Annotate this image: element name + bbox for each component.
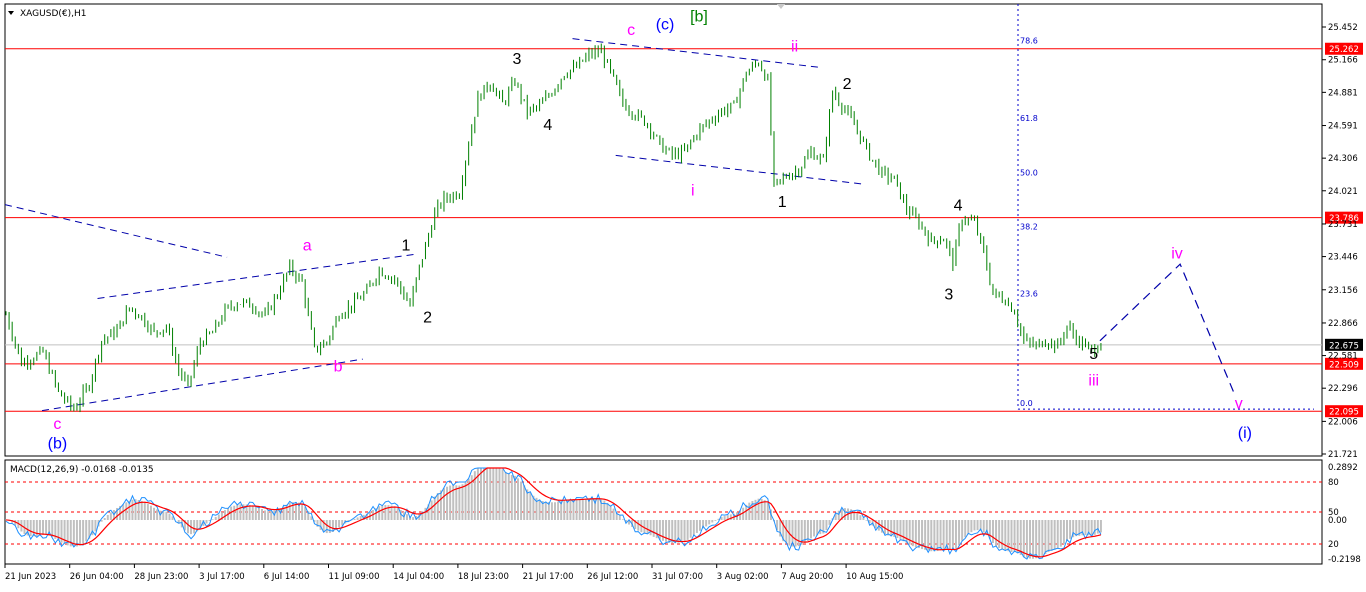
y-tick-label: 24.021: [1328, 187, 1358, 197]
level-price-label: 22.509: [1329, 360, 1359, 370]
x-tick-label: 21 Jun 2023: [5, 572, 56, 582]
wave-label: (b): [48, 435, 68, 452]
x-tick-label: 28 Jun 23:00: [134, 572, 188, 582]
fibonacci-level-label: 23.6: [1020, 290, 1038, 299]
wave-label: [b]: [690, 9, 708, 26]
macd-y-tick-label: 20: [1328, 540, 1339, 550]
x-tick-label: 21 Jul 17:00: [523, 572, 574, 582]
fibonacci-level-label: 38.2: [1020, 223, 1038, 232]
fibonacci-level-label: 50.0: [1020, 168, 1038, 177]
wave-label: c: [53, 416, 61, 433]
level-price-label: 25.262: [1329, 45, 1359, 55]
wave-label: v: [1235, 395, 1243, 412]
wave-label: (c): [656, 17, 675, 34]
y-tick-label: 21.721: [1328, 450, 1358, 460]
y-tick-label: 22.581: [1328, 352, 1358, 362]
y-tick-label: 24.881: [1328, 88, 1358, 98]
wave-label: ii: [791, 38, 798, 55]
y-tick-label: 22.866: [1328, 319, 1358, 329]
x-tick-label: 3 Jul 17:00: [199, 572, 245, 582]
wave-label: 2: [843, 76, 852, 93]
fibonacci-level-label: 61.8: [1020, 114, 1038, 123]
x-tick-label: 26 Jul 12:00: [587, 572, 638, 582]
current-price-label: 22.675: [1329, 341, 1359, 351]
x-tick-label: 14 Jul 04:00: [393, 572, 444, 582]
y-tick-label: 25.166: [1328, 56, 1358, 66]
wave-label: 1: [778, 194, 787, 211]
y-tick-label: 24.591: [1328, 122, 1358, 132]
wave-label: 1: [402, 237, 411, 254]
y-tick-label: 23.156: [1328, 286, 1358, 296]
macd-y-tick-label: 0.2892: [1328, 463, 1358, 473]
x-tick-label: 18 Jul 23:00: [458, 572, 509, 582]
wave-label: b: [334, 359, 343, 376]
macd-y-tick-label: 0.00: [1328, 516, 1347, 526]
wave-label: 5: [1089, 346, 1098, 363]
wave-label: 4: [954, 197, 963, 214]
fibonacci-level-label: 78.6: [1020, 37, 1038, 46]
fibonacci-level-label: 0.0: [1020, 399, 1033, 408]
y-tick-label: 22.006: [1328, 417, 1358, 427]
y-tick-label: 24.306: [1328, 154, 1358, 164]
wave-label: c: [627, 22, 635, 39]
wave-label: (i): [1238, 425, 1252, 442]
y-tick-label: 22.296: [1328, 384, 1358, 394]
wave-label: 3: [944, 287, 953, 304]
y-tick-label: 25.452: [1328, 23, 1358, 33]
x-tick-label: 10 Aug 15:00: [846, 572, 903, 582]
y-tick-label: 23.446: [1328, 253, 1358, 263]
x-tick-label: 26 Jun 04:00: [70, 572, 124, 582]
chart-window[interactable]: 25.262 23.786 22.509 22.095 22.675 78.6 61.8 5…: [0, 0, 1366, 588]
level-price-label: 22.095: [1329, 408, 1359, 418]
x-tick-label: 7 Aug 20:00: [781, 572, 833, 582]
y-tick-label: 23.731: [1328, 220, 1358, 230]
x-tick-label: 3 Aug 02:00: [717, 572, 769, 582]
wave-label: 2: [423, 310, 432, 327]
price-chart[interactable]: 25.26223.78622.50922.09522.675 78.661.85…: [0, 0, 1366, 588]
wave-label: 3: [513, 51, 522, 68]
wave-label: a: [303, 237, 312, 254]
macd-y-tick-label: -0.2198: [1328, 555, 1361, 565]
wave-label: iii: [1088, 372, 1099, 389]
x-tick-label: 6 Jul 14:00: [264, 572, 310, 582]
macd-y-tick-label: 80: [1328, 478, 1339, 488]
wave-label: i: [691, 182, 695, 199]
wave-label: 4: [543, 117, 552, 134]
x-tick-label: 31 Jul 07:00: [652, 572, 703, 582]
chart-title: XAGUSD(€),H1: [20, 9, 86, 19]
x-tick-label: 11 Jul 09:00: [329, 572, 380, 582]
macd-title: MACD(12,26,9) -0.0168 -0.0135: [10, 465, 154, 475]
wave-label: iv: [1171, 245, 1183, 262]
